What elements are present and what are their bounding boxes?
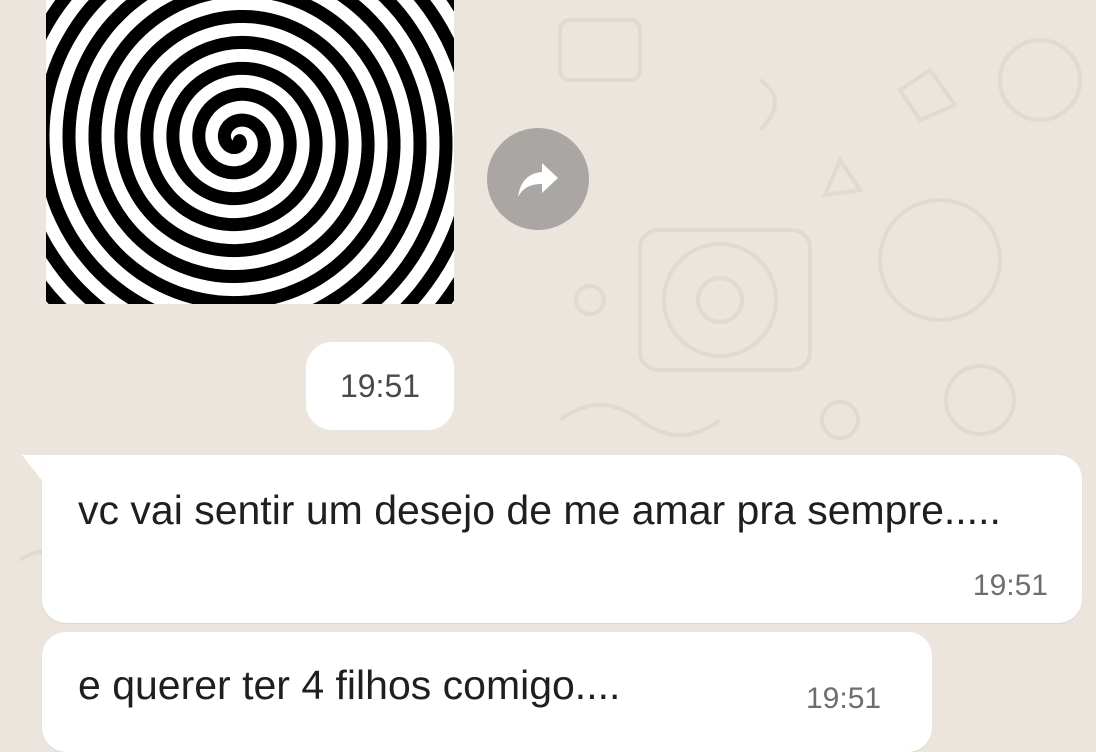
forward-arrow-icon [518,163,558,197]
message-bubble[interactable]: vc vai sentir um desejo de me amar pra s… [42,455,1082,623]
forward-button[interactable] [487,128,589,230]
spiral-image-message[interactable] [46,0,454,304]
hypnotic-spiral-image [46,0,454,304]
image-timestamp: 19:51 [306,342,454,430]
message-time: 19:51 [972,569,1048,602]
bubble-tail [22,455,44,483]
message-time: 19:51 [806,682,882,715]
message-bubble[interactable]: e querer ter 4 filhos comigo.... 19:51 [42,632,932,752]
message-text: vc vai sentir um desejo de me amar pra s… [78,487,1001,533]
image-time-label: 19:51 [339,367,421,404]
message-text: e querer ter 4 filhos comigo.... [78,662,621,708]
